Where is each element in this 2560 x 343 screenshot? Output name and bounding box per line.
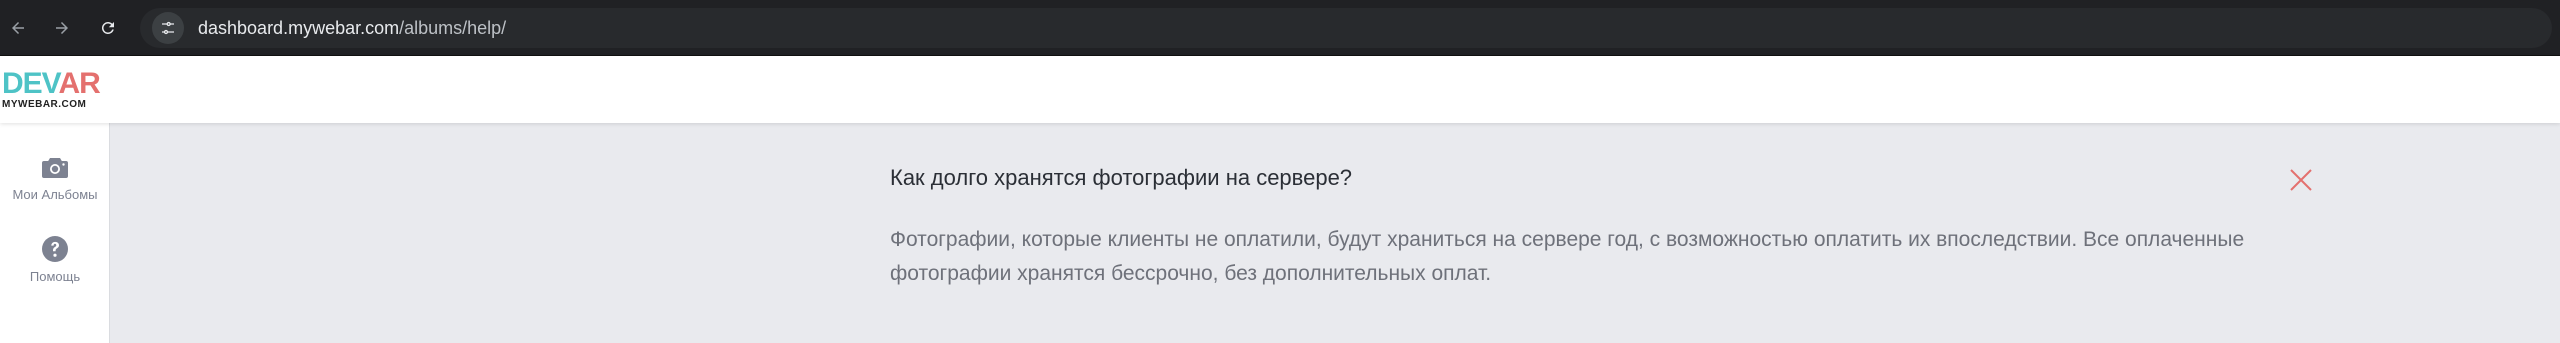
faq-question[interactable]: Как долго хранятся фотографии на сервере… [890, 163, 2320, 193]
logo-mark-main: DEV [2, 67, 59, 100]
reload-button[interactable] [92, 12, 124, 44]
url-text[interactable]: dashboard.mywebar.com/albums/help/ [198, 18, 506, 39]
url-path: /albums/help/ [399, 17, 507, 38]
logo-subtitle: MYWEBAR.COM [2, 99, 87, 110]
site-info-button[interactable] [152, 12, 184, 44]
logo-mark: DEVAR [2, 67, 102, 100]
question-circle-icon [42, 236, 68, 262]
sidebar-item-albums[interactable]: Мои Альбомы [0, 151, 110, 202]
reload-icon [101, 21, 114, 34]
faq-item: Как долго хранятся фотографии на сервере… [890, 163, 2320, 291]
sidebar: Мои Альбомы Помощь [0, 123, 110, 343]
forward-button[interactable] [46, 12, 78, 44]
url-host: dashboard.mywebar.com [198, 17, 400, 38]
arrow-right-icon [56, 22, 68, 34]
tune-icon [162, 21, 174, 35]
address-bar[interactable]: dashboard.mywebar.com/albums/help/ [140, 8, 2552, 48]
logo[interactable]: DEVAR MYWEBAR.COM [2, 67, 102, 114]
sidebar-item-label: Мои Альбомы [12, 187, 98, 202]
faq-answer: Фотографии, которые клиенты не оплатили,… [890, 228, 2245, 285]
back-button[interactable] [2, 12, 34, 44]
browser-toolbar: dashboard.mywebar.com/albums/help/ [0, 0, 2560, 56]
arrow-left-icon [12, 22, 24, 34]
sidebar-item-label: Помощь [29, 269, 81, 284]
sidebar-item-help[interactable]: Помощь [0, 233, 110, 284]
camera-icon [42, 158, 68, 178]
logo-mark-accent: AR [58, 67, 100, 100]
close-icon[interactable] [2288, 167, 2314, 193]
app-header: DEVAR MYWEBAR.COM [0, 56, 2560, 123]
